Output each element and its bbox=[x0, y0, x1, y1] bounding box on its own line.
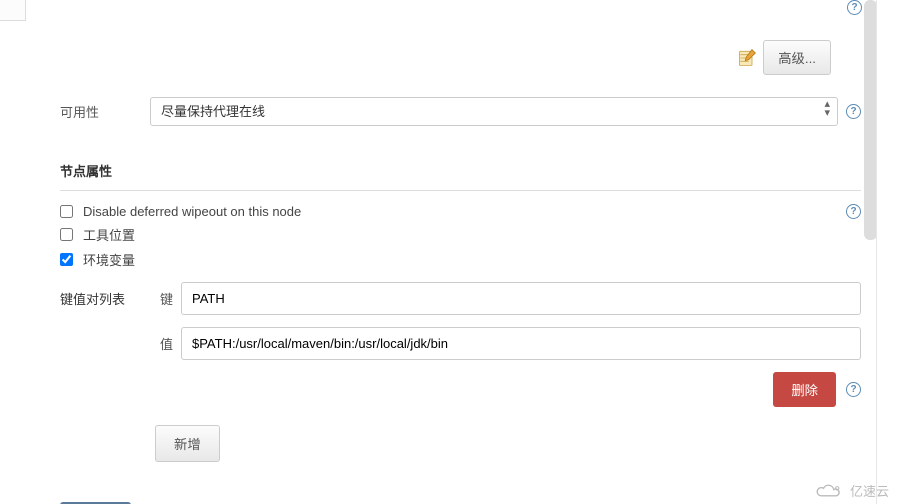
kv-list-section: 键值对列表 键 值 删除 ? 新增 bbox=[60, 282, 861, 462]
kv-actions-row: 删除 ? bbox=[60, 372, 861, 407]
add-button[interactable]: 新增 bbox=[155, 425, 220, 462]
availability-select[interactable]: 尽量保持代理在线 bbox=[150, 97, 838, 126]
help-icon[interactable]: ? bbox=[846, 204, 861, 219]
section-divider bbox=[60, 190, 861, 191]
kv-key-label: 键 bbox=[155, 289, 173, 308]
availability-row: 可用性 尽量保持代理在线 ▴▾ ? bbox=[60, 97, 861, 126]
node-properties-title: 节点属性 bbox=[60, 161, 861, 180]
kv-value-row: 值 bbox=[60, 327, 861, 360]
env-vars-row: 环境变量 bbox=[60, 247, 861, 272]
availability-label: 可用性 bbox=[60, 102, 150, 121]
page-margin bbox=[877, 0, 897, 504]
tool-locations-label: 工具位置 bbox=[83, 225, 135, 244]
advanced-button[interactable]: 高级... bbox=[763, 40, 831, 75]
kv-key-input[interactable] bbox=[181, 282, 861, 315]
tool-locations-checkbox[interactable] bbox=[60, 228, 73, 241]
tool-locations-row: 工具位置 bbox=[60, 222, 861, 247]
env-vars-label: 环境变量 bbox=[83, 250, 135, 269]
kv-value-input[interactable] bbox=[181, 327, 861, 360]
disable-wipeout-row: Disable deferred wipeout on this node ? bbox=[60, 201, 861, 222]
delete-button[interactable]: 删除 bbox=[773, 372, 836, 407]
help-icon[interactable]: ? bbox=[846, 382, 861, 397]
main-content: 高级... 可用性 尽量保持代理在线 ▴▾ ? 节点属性 Disable def… bbox=[0, 0, 877, 504]
disable-wipeout-label: Disable deferred wipeout on this node bbox=[83, 204, 301, 219]
kv-value-label: 值 bbox=[155, 334, 173, 353]
disable-wipeout-checkbox[interactable] bbox=[60, 205, 73, 218]
help-icon[interactable]: ? bbox=[846, 104, 861, 119]
availability-select-wrap: 尽量保持代理在线 ▴▾ bbox=[150, 97, 838, 126]
advanced-row: 高级... bbox=[60, 40, 861, 75]
kv-key-row: 键值对列表 键 bbox=[60, 282, 861, 315]
watermark-text: 亿速云 bbox=[850, 481, 889, 500]
notebook-icon bbox=[737, 48, 757, 68]
cloud-icon bbox=[812, 482, 846, 500]
watermark: 亿速云 bbox=[812, 481, 889, 500]
env-vars-checkbox[interactable] bbox=[60, 253, 73, 266]
kv-list-title: 键值对列表 bbox=[60, 289, 155, 308]
